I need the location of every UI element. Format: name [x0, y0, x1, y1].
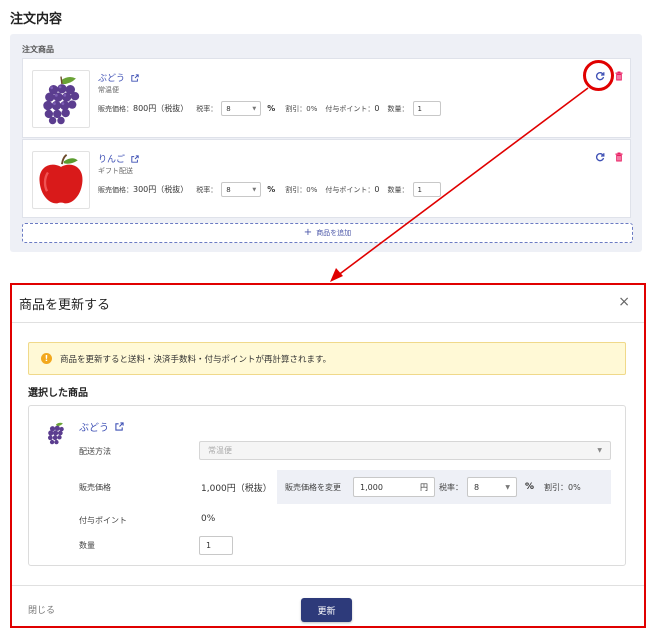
qty-label: 数量： [387, 104, 409, 113]
close-icon[interactable]: × [618, 294, 630, 310]
chevron-down-icon: ▼ [505, 483, 510, 491]
chevron-down-icon: ▼ [252, 105, 257, 112]
dialog-header: 商品を更新する × [12, 285, 644, 323]
warning-icon: ! [41, 353, 52, 364]
tax-label: 税率： [439, 482, 463, 492]
tax-label: 税率： [196, 104, 218, 113]
external-link-icon[interactable] [131, 73, 139, 82]
grape-image [32, 70, 90, 128]
quantity-input[interactable]: 1 [412, 182, 441, 197]
selected-item-panel: ぶどう 配送方法 常温便 ▼ 販売価格 1,000円（税抜） 販売価格を変更 1… [28, 405, 626, 566]
tax-label: 税率： [196, 185, 218, 194]
page-title: 注文内容 [10, 12, 63, 27]
delivery-method-select[interactable]: 常温便 ▼ [199, 441, 611, 460]
external-link-icon[interactable] [115, 422, 124, 431]
refresh-icon[interactable] [595, 152, 605, 162]
points-value: 0 [374, 104, 380, 113]
chevron-down-icon: ▼ [252, 186, 257, 193]
order-items-panel: 注文商品 ぶどう 常温便 販売価格： 800円（税抜） 税率： 8 ▼ % 割引… [10, 34, 642, 252]
points-label: 付与ポイント： [325, 104, 375, 113]
price-change-panel: 販売価格を変更 1,000 円 税率： 8 ▼ % 割引：0% [277, 470, 611, 504]
dialog-footer: 閉じる 更新 [12, 585, 644, 628]
tax-rate-select[interactable]: 8 ▼ [467, 477, 517, 497]
discount-text: 割引：0% [285, 104, 318, 113]
percent-sign: % [267, 104, 276, 113]
delivery-method-label: 配送方法 [79, 447, 111, 456]
price-value: 300円（税抜） [133, 185, 189, 194]
tax-rate-select[interactable]: 8 ▼ [221, 101, 262, 116]
selected-item-name-link[interactable]: ぶどう [79, 419, 109, 434]
points-value: 0% [201, 514, 216, 524]
add-item-button[interactable]: + 商品を追加 [22, 223, 633, 243]
quantity-label: 数量 [79, 541, 95, 550]
qty-label: 数量： [387, 185, 409, 194]
price-value: 800円（税抜） [133, 104, 189, 113]
price-label: 販売価格： [98, 104, 133, 113]
price-label: 販売価格 [79, 483, 111, 492]
yen-unit: 円 [420, 482, 428, 492]
quantity-input[interactable]: 1 [412, 101, 441, 116]
grape-image [43, 420, 69, 446]
order-items-label: 注文商品 [22, 45, 54, 54]
discount-text: 割引：0% [285, 185, 318, 194]
price-value: 1,000円（税抜） [201, 484, 272, 494]
percent-sign: % [267, 185, 276, 194]
selected-item-heading: 選択した商品 [28, 388, 88, 399]
add-item-label: 商品を追加 [316, 229, 352, 237]
price-label: 販売価格： [98, 185, 133, 194]
trash-icon[interactable] [614, 152, 624, 162]
order-item-card: ぶどう 常温便 販売価格： 800円（税抜） 税率： 8 ▼ % 割引：0% 付与… [22, 58, 631, 138]
order-item-card: りんご ギフト配送 販売価格： 300円（税抜） 税率： 8 ▼ % 割引：0% … [22, 139, 631, 218]
quantity-input[interactable]: 1 [199, 536, 233, 555]
trash-icon[interactable] [614, 71, 624, 81]
chevron-down-icon: ▼ [597, 447, 602, 454]
update-button[interactable]: 更新 [301, 598, 352, 622]
warning-text: 商品を更新すると送料・決済手数料・付与ポイントが再計算されます。 [60, 354, 332, 365]
item-delivery: 常温便 [98, 86, 119, 94]
discount-text: 割引：0% [544, 482, 581, 492]
tax-rate-select[interactable]: 8 ▼ [221, 182, 262, 197]
close-button[interactable]: 閉じる [28, 603, 55, 616]
dialog-title: 商品を更新する [19, 298, 111, 313]
warning-alert: ! 商品を更新すると送料・決済手数料・付与ポイントが再計算されます。 [28, 342, 626, 375]
change-price-label: 販売価格を変更 [285, 482, 341, 492]
percent-sign: % [525, 482, 535, 492]
update-item-dialog: 商品を更新する × ! 商品を更新すると送料・決済手数料・付与ポイントが再計算さ… [10, 283, 646, 628]
points-label: 付与ポイント [79, 516, 127, 525]
points-value: 0 [374, 185, 380, 194]
item-name-link[interactable]: りんご [98, 152, 125, 165]
apple-image [32, 151, 90, 209]
item-name-link[interactable]: ぶどう [98, 71, 125, 84]
plus-icon: + [303, 227, 313, 238]
points-label: 付与ポイント： [325, 185, 375, 194]
external-link-icon[interactable] [131, 154, 139, 163]
highlight-circle [583, 60, 614, 91]
item-delivery: ギフト配送 [98, 167, 133, 175]
change-price-input[interactable]: 1,000 円 [353, 477, 435, 497]
